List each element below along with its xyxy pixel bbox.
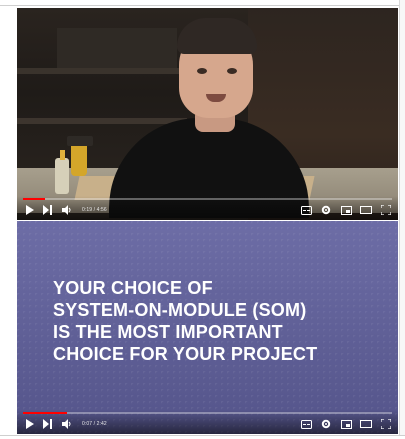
total-time: 4:56 <box>96 207 107 213</box>
current-time: 0:19 <box>82 207 93 213</box>
next-icon[interactable] <box>42 204 54 216</box>
drill-head <box>67 136 93 146</box>
play-icon[interactable] <box>23 204 35 216</box>
background-shelf-2 <box>17 118 187 124</box>
bottle-cap <box>60 150 65 160</box>
subtitles-icon[interactable] <box>300 204 312 216</box>
gear-icon[interactable] <box>320 204 332 216</box>
background-window <box>57 28 177 68</box>
gear-icon[interactable] <box>320 418 332 430</box>
right-controls <box>300 418 392 430</box>
player-controls: 0:19 / 4:56 <box>17 196 398 220</box>
player-controls: 0:07 / 2:42 <box>17 410 398 434</box>
miniplayer-icon[interactable] <box>340 418 352 430</box>
next-icon[interactable] <box>42 418 54 430</box>
video-caption-text: YOUR CHOICE OF SYSTEM-ON-MODULE (SOM) IS… <box>53 278 318 364</box>
current-time: 0:07 <box>82 421 93 427</box>
page-bottom-edge <box>0 435 405 439</box>
video-player-2[interactable]: YOUR CHOICE OF SYSTEM-ON-MODULE (SOM) IS… <box>17 221 398 434</box>
page-top-edge <box>0 0 405 6</box>
time-display: 0:07 / 2:42 <box>82 421 107 427</box>
video-frame <box>17 8 398 220</box>
fullscreen-icon[interactable] <box>380 204 392 216</box>
presenter-hair <box>177 18 257 54</box>
play-icon[interactable] <box>23 418 35 430</box>
miniplayer-icon[interactable] <box>340 204 352 216</box>
total-time: 2:42 <box>96 421 107 427</box>
page-scrollbar[interactable] <box>399 0 405 439</box>
progress-bar[interactable] <box>23 412 392 414</box>
theater-icon[interactable] <box>360 418 372 430</box>
presenter-eye-left <box>197 68 207 74</box>
time-display: 0:19 / 4:56 <box>82 207 107 213</box>
fullscreen-icon[interactable] <box>380 418 392 430</box>
subtitles-icon[interactable] <box>300 418 312 430</box>
volume-icon[interactable] <box>61 204 73 216</box>
right-controls <box>300 204 392 216</box>
video-player-1[interactable]: 0:19 / 4:56 <box>17 8 398 220</box>
presenter-eye-right <box>227 68 237 74</box>
progress-bar[interactable] <box>23 198 392 200</box>
progress-fill <box>23 198 46 200</box>
theater-icon[interactable] <box>360 204 372 216</box>
left-controls: 0:19 / 4:56 <box>23 204 107 216</box>
volume-icon[interactable] <box>61 418 73 430</box>
left-controls: 0:07 / 2:42 <box>23 418 107 430</box>
progress-fill <box>23 412 68 414</box>
bottle <box>55 158 69 194</box>
